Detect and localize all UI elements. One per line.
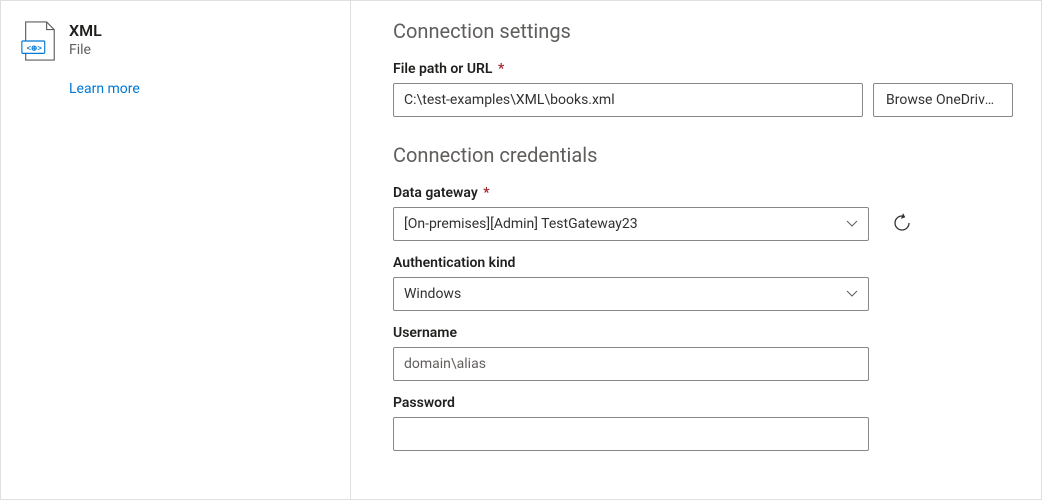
- auth-kind-label: Authentication kind: [393, 255, 1013, 271]
- refresh-icon: [892, 213, 912, 236]
- file-path-row: Browse OneDrive...: [393, 83, 1013, 117]
- sidebar-header: <⊕> XML File: [21, 21, 330, 61]
- connection-credentials-heading: Connection credentials: [393, 143, 1013, 167]
- data-gateway-field: Data gateway * [On-premises][Admin] Test…: [393, 185, 1013, 241]
- refresh-gateway-button[interactable]: [887, 209, 917, 239]
- auth-kind-select[interactable]: Windows: [393, 277, 869, 311]
- sidebar: <⊕> XML File Learn more: [1, 1, 351, 499]
- auth-kind-field: Authentication kind Windows: [393, 255, 1013, 311]
- data-gateway-label-text: Data gateway: [393, 185, 478, 201]
- file-path-field: File path or URL * Browse OneDrive...: [393, 61, 1013, 117]
- data-gateway-select[interactable]: [On-premises][Admin] TestGateway23: [393, 207, 869, 241]
- browse-onedrive-button[interactable]: Browse OneDrive...: [873, 83, 1013, 117]
- password-label: Password: [393, 395, 1013, 411]
- learn-more-link[interactable]: Learn more: [69, 81, 330, 97]
- username-field: Username: [393, 325, 1013, 381]
- password-input[interactable]: [393, 417, 869, 451]
- password-field: Password: [393, 395, 1013, 451]
- svg-text:<⊕>: <⊕>: [27, 44, 43, 53]
- file-path-label-text: File path or URL: [393, 61, 492, 77]
- data-gateway-select-wrap: [On-premises][Admin] TestGateway23: [393, 207, 869, 241]
- main-panel: Connection settings File path or URL * B…: [351, 1, 1041, 499]
- connector-title: XML: [69, 21, 102, 40]
- required-asterisk: *: [498, 61, 504, 77]
- data-gateway-row: [On-premises][Admin] TestGateway23: [393, 207, 1013, 241]
- sidebar-text: XML File: [69, 21, 102, 58]
- connection-settings-heading: Connection settings: [393, 19, 1013, 43]
- auth-kind-select-wrap: Windows: [393, 277, 869, 311]
- credentials-section: Connection credentials Data gateway * [O…: [393, 143, 1013, 451]
- file-path-label: File path or URL *: [393, 61, 1013, 77]
- file-path-input[interactable]: [393, 83, 863, 117]
- xml-file-icon: <⊕>: [21, 21, 57, 61]
- required-asterisk: *: [483, 185, 489, 201]
- username-input[interactable]: [393, 347, 869, 381]
- data-gateway-label: Data gateway *: [393, 185, 1013, 201]
- username-label: Username: [393, 325, 1013, 341]
- connector-subtitle: File: [69, 42, 102, 58]
